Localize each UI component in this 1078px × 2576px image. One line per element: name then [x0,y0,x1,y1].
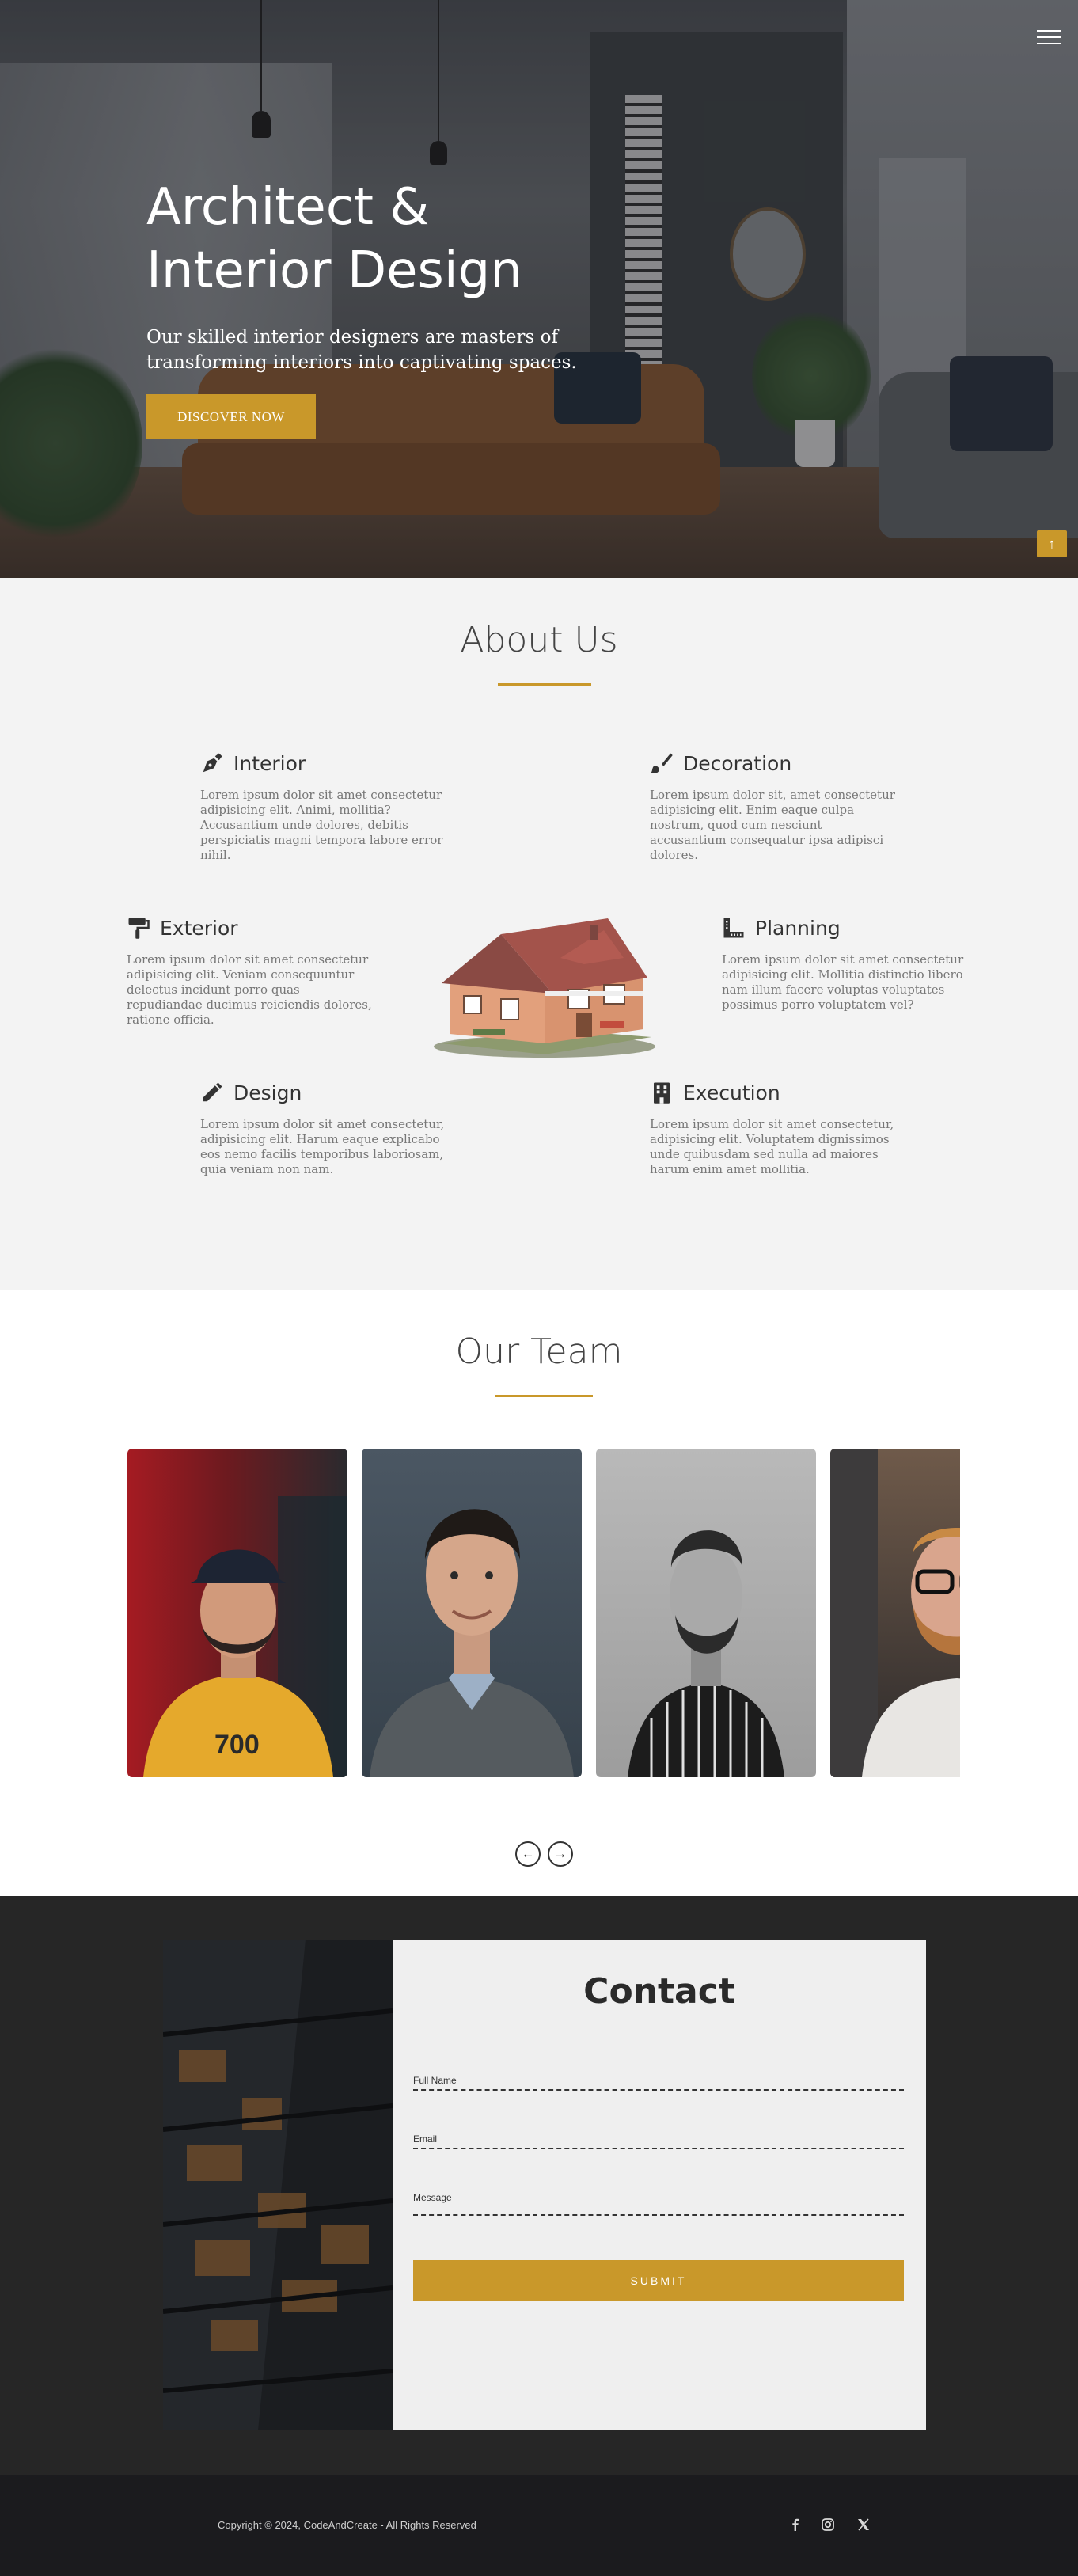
feature-text: Lorem ipsum dolor sit, amet consectetur … [650,788,895,862]
team-member-card[interactable] [362,1449,582,1777]
feature-planning: Planning Lorem ipsum dolor sit amet cons… [722,914,975,1013]
feature-exterior: Exterior Lorem ipsum dolor sit amet cons… [127,914,380,1028]
facebook-icon[interactable] [785,2515,804,2534]
building-icon [654,1082,670,1104]
team-member-card[interactable] [596,1449,816,1777]
feature-title: Exterior [160,916,238,940]
house-illustration [434,918,655,1058]
pencil-icon [203,1082,222,1102]
hamburger-icon[interactable] [1037,30,1061,47]
footer [0,2475,1078,2576]
carousel-mask [960,1441,1078,1789]
feature-title: Interior [233,751,306,775]
pen-nib-icon [203,753,222,773]
team-member-photo [628,1530,784,1777]
hero-subtitle: Our skilled interior designers are maste… [146,327,577,373]
ruler-icon [723,918,744,938]
contact-building-image [163,1940,393,2430]
feature-interior: Interior Lorem ipsum dolor sit amet cons… [200,750,454,863]
team-member-card[interactable]: 700 [127,1449,347,1777]
feature-title: Planning [755,916,841,940]
about-title-underline [498,683,591,686]
building-photo [163,1940,393,2430]
contact-form-card [393,1940,926,2430]
team-title-underline [495,1395,593,1397]
feature-title: Decoration [683,751,792,775]
email-field[interactable]: Email [413,2133,904,2149]
instagram-icon[interactable] [818,2515,837,2534]
feature-decoration: Decoration Lorem ipsum dolor sit, amet c… [650,750,903,863]
arrow-up-icon[interactable]: ↑ [1037,530,1067,557]
feature-design: Design Lorem ipsum dolor sit amet consec… [200,1079,454,1177]
copyright-text: Copyright © 2024, CodeAndCreate - All Ri… [218,2519,476,2531]
discover-now-button[interactable]: DISCOVER NOW [146,394,316,439]
arrow-right-icon[interactable]: → [548,1841,573,1867]
feature-text: Lorem ipsum dolor sit amet consectetur, … [650,1117,894,1176]
message-field[interactable]: Message [413,2192,904,2217]
full-name-input[interactable] [413,2089,904,2091]
feature-title: Design [233,1081,302,1104]
message-input[interactable] [413,2214,904,2216]
team-member-photo [370,1509,574,1777]
about-title: About Us [460,620,618,660]
full-name-label: Full Name [413,2075,457,2086]
email-input[interactable] [413,2148,904,2149]
arrow-left-icon[interactable]: ← [515,1841,541,1867]
paint-brush-icon [651,753,673,773]
feature-text: Lorem ipsum dolor sit amet consectetur, … [200,1117,445,1176]
submit-button[interactable]: SUBMIT [413,2260,904,2301]
svg-text:700: 700 [214,1730,260,1760]
full-name-field[interactable]: Full Name [413,2075,904,2091]
team-member-photo: 700 [143,1496,347,1777]
contact-title: Contact [583,1971,735,2012]
team-title: Our Team [455,1332,623,1372]
email-label: Email [413,2133,438,2145]
hero-title-line2: Interior Design [146,241,522,300]
feature-execution: Execution Lorem ipsum dolor sit amet con… [650,1079,903,1177]
hero-title-line1: Architect & [146,178,430,237]
feature-text: Lorem ipsum dolor sit amet consectetur a… [722,952,964,1012]
feature-title: Execution [683,1081,780,1104]
hero-title: Architect & Interior Design [146,176,637,302]
message-label: Message [413,2192,452,2203]
feature-text: Lorem ipsum dolor sit amet consectetur a… [127,952,372,1027]
x-twitter-icon[interactable] [854,2515,873,2534]
paint-roller-icon [128,918,150,939]
feature-text: Lorem ipsum dolor sit amet consectetur a… [200,788,443,862]
